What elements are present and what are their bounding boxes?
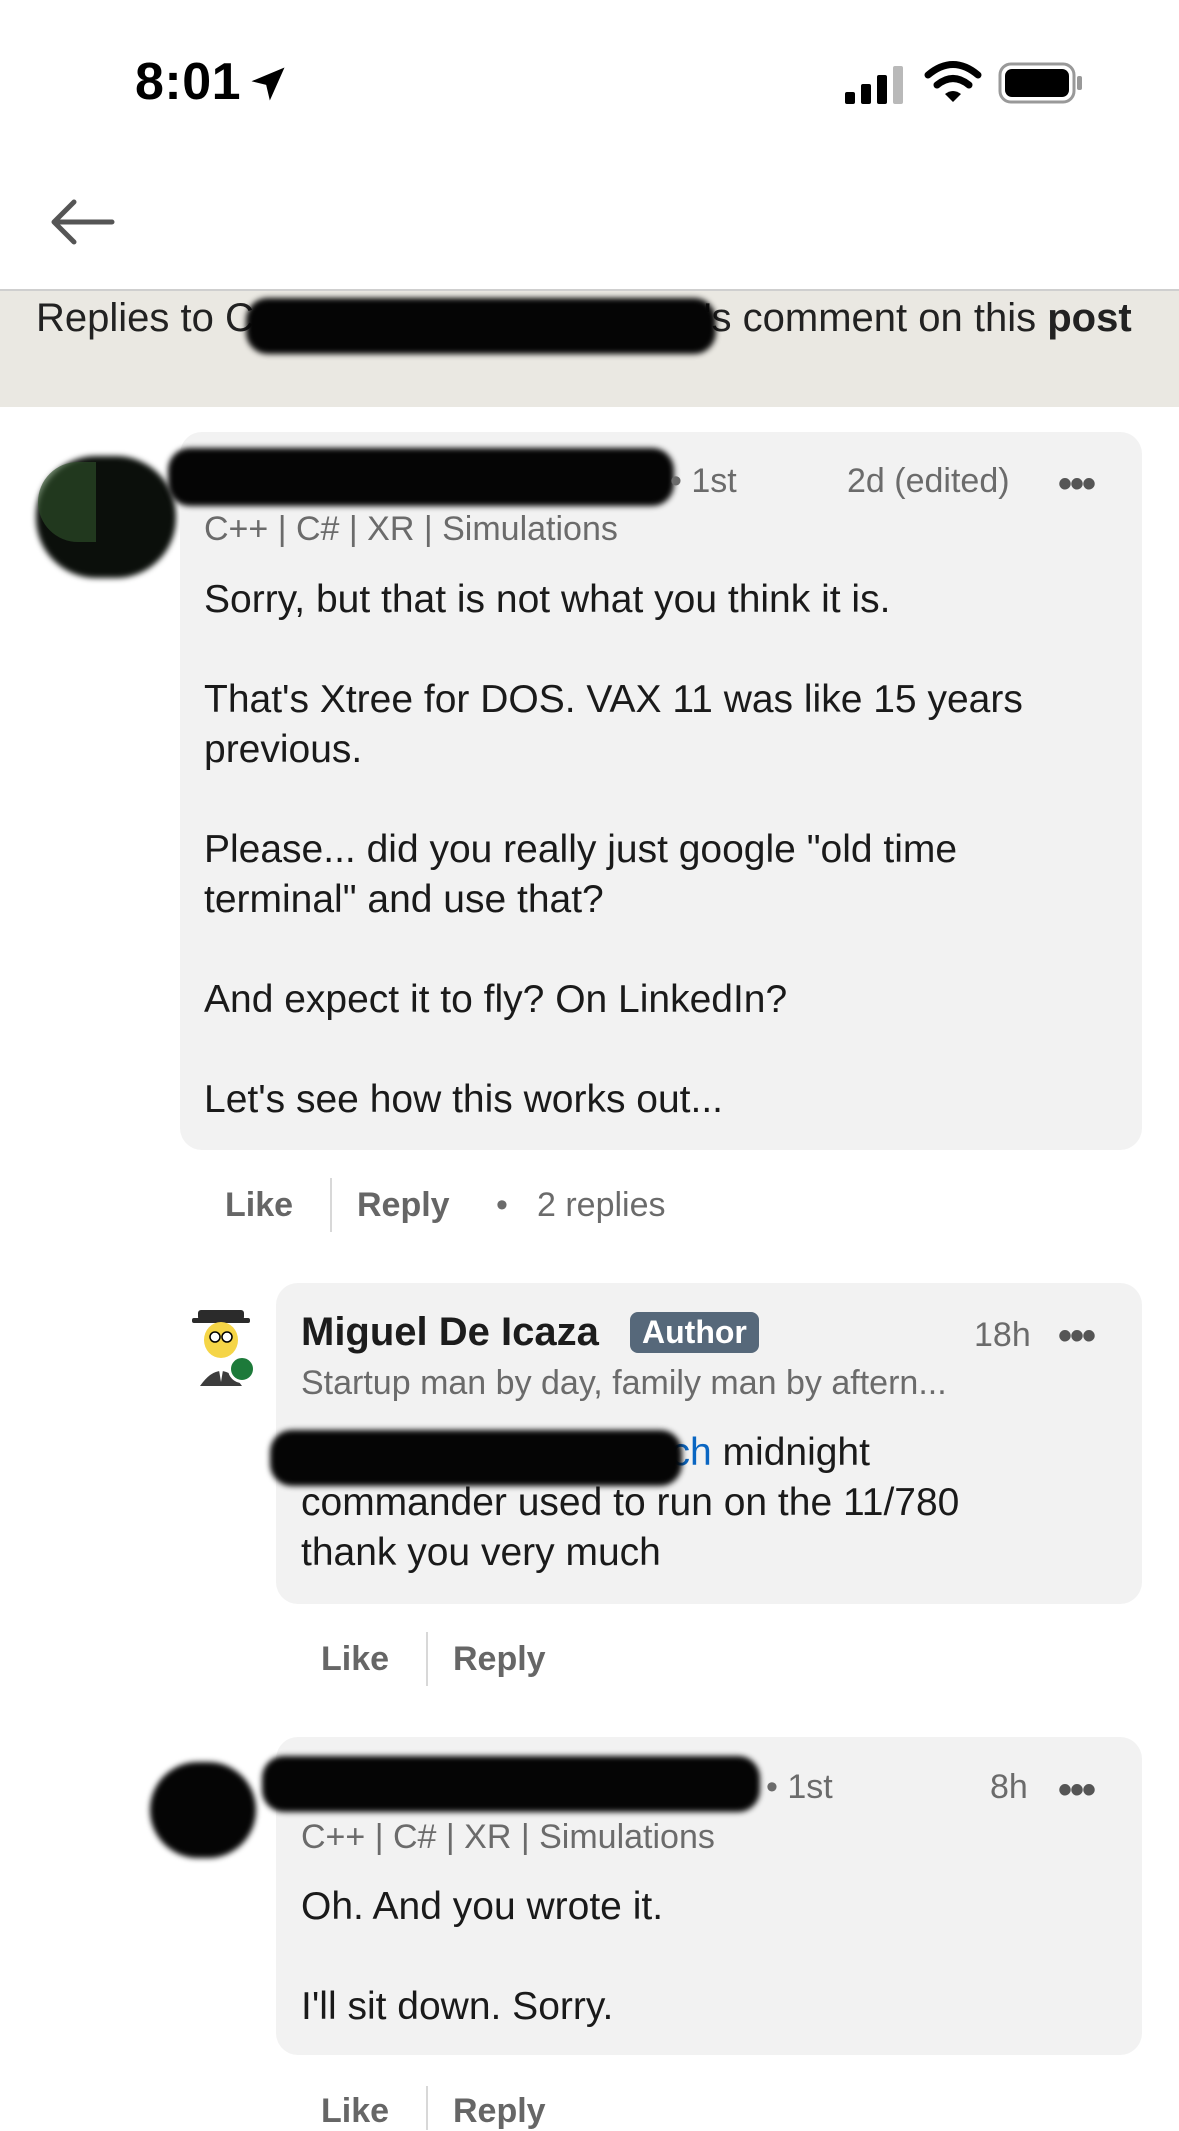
more-options-icon[interactable]: •••	[1058, 1314, 1096, 1359]
comment-time: 2d (edited)	[847, 462, 1010, 500]
comment-line: I'll sit down. Sorry.	[301, 1985, 614, 2028]
connection-degree: • 1st	[670, 462, 737, 500]
reply-button[interactable]: Reply	[453, 2092, 546, 2131]
action-divider	[426, 2086, 428, 2130]
comment-line: Let's see how this works out...	[204, 1078, 724, 1121]
author-headline: C++ | C# | XR | Simulations	[301, 1818, 715, 1856]
replies-count-link[interactable]: 2 replies	[537, 1186, 666, 1225]
banner-post-link[interactable]: post	[1047, 296, 1131, 340]
action-divider	[426, 1632, 428, 1686]
redacted-name	[168, 448, 674, 506]
cellular-signal-icon	[845, 66, 903, 104]
wifi-icon	[924, 61, 982, 102]
comment-time: 18h	[974, 1316, 1031, 1354]
banner-prefix: Replies to C	[36, 296, 254, 340]
more-options-icon[interactable]: •••	[1058, 1768, 1096, 1813]
comment-line: And expect it to fly? On LinkedIn?	[204, 978, 788, 1021]
more-options-icon[interactable]: •••	[1058, 462, 1096, 507]
author-badge: Author	[630, 1312, 759, 1353]
dot-separator: •	[496, 1186, 508, 1224]
comment-line: Please... did you really just google "ol…	[204, 828, 958, 871]
comment-line: midnight	[722, 1431, 870, 1474]
redacted-name	[262, 1756, 760, 1812]
author-headline: Startup man by day, family man by aftern…	[301, 1364, 947, 1402]
redacted-name	[270, 1430, 682, 1486]
banner-suffix: 's comment on this	[703, 296, 1048, 340]
action-divider	[330, 1178, 332, 1232]
like-button[interactable]: Like	[225, 1186, 293, 1225]
connection-degree: • 1st	[766, 1768, 833, 1806]
like-button[interactable]: Like	[321, 1640, 389, 1679]
redacted-name	[246, 298, 716, 354]
location-arrow-icon	[251, 67, 285, 101]
like-button[interactable]: Like	[321, 2092, 389, 2131]
comment-line: terminal" and use that?	[204, 878, 604, 921]
comment-line: thank you very much	[301, 1531, 661, 1574]
back-arrow-icon[interactable]	[48, 192, 118, 252]
comment-text: Oh. And you wrote it. I'll sit down. Sor…	[301, 1882, 1121, 2032]
battery-icon	[998, 62, 1082, 104]
author-name[interactable]: Miguel De Icaza	[301, 1310, 599, 1355]
comment-line: previous.	[204, 728, 363, 771]
reply-button[interactable]: Reply	[357, 1186, 450, 1225]
online-status-indicator	[228, 1355, 256, 1383]
reply-button[interactable]: Reply	[453, 1640, 546, 1679]
comment-text: Sorry, but that is not what you think it…	[204, 575, 1124, 1125]
comment-line: Sorry, but that is not what you think it…	[204, 578, 891, 621]
status-time: 8:01	[135, 53, 242, 111]
author-headline: C++ | C# | XR | Simulations	[204, 510, 618, 548]
comment-line: That's Xtree for DOS. VAX 11 was like 15…	[204, 678, 1023, 721]
comment-line: Oh. And you wrote it.	[301, 1885, 664, 1928]
comment-time: 8h	[990, 1768, 1028, 1806]
avatar[interactable]	[150, 1762, 256, 1858]
